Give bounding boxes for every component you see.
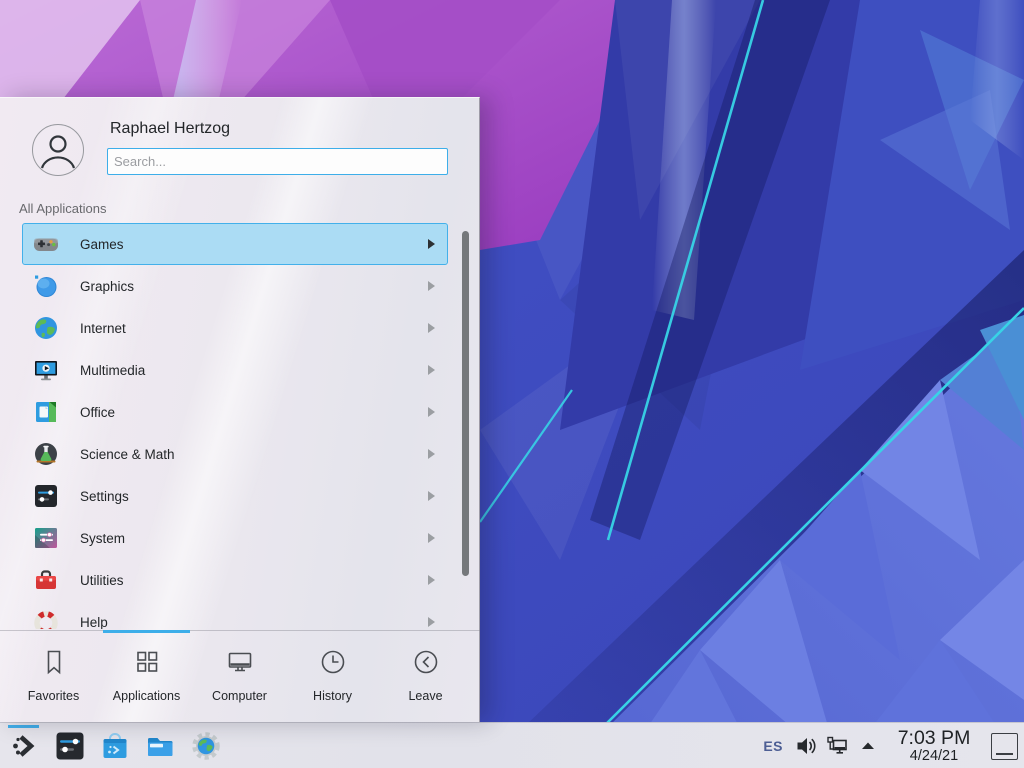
category-label: Internet (80, 321, 428, 336)
digital-clock[interactable]: 7:03 PM 4/24/21 (890, 728, 978, 764)
graphics-icon (33, 273, 59, 299)
discover-software-center-icon (100, 731, 130, 761)
office-icon (33, 399, 59, 425)
tab-label: Leave (408, 689, 442, 703)
desktop: Raphael Hertzog All Applications (0, 0, 1024, 768)
submenu-arrow-icon (428, 491, 435, 501)
submenu-arrow-icon (428, 449, 435, 459)
system-tray: ES 7:03 PM (760, 723, 1018, 768)
tab-label: Applications (113, 689, 180, 703)
computer-icon (225, 647, 255, 682)
tab-history[interactable]: History (286, 631, 379, 722)
tab-label: Computer (212, 689, 267, 703)
category-label: Settings (80, 489, 428, 504)
keyboard-layout-indicator[interactable]: ES (760, 738, 786, 754)
submenu-arrow-icon (428, 239, 435, 249)
app-launcher-button[interactable] (6, 723, 42, 768)
tab-leave[interactable]: Leave (379, 631, 472, 722)
launcher-tabbar: Favorites Applications (0, 630, 480, 722)
multimedia-icon (33, 357, 59, 383)
history-icon (318, 647, 348, 682)
category-list: Games Graphics (0, 223, 462, 629)
active-task-indicator (8, 725, 39, 728)
category-utilities[interactable]: Utilities (22, 559, 448, 601)
utilities-icon (33, 567, 59, 593)
tab-label: History (313, 689, 352, 703)
submenu-arrow-icon (428, 575, 435, 585)
category-settings[interactable]: Settings (22, 475, 448, 517)
expand-tray-arrow-icon[interactable] (857, 735, 879, 757)
help-icon (33, 609, 59, 629)
category-science-math[interactable]: Science & Math (22, 433, 448, 475)
submenu-arrow-icon (428, 407, 435, 417)
user-icon (33, 125, 83, 175)
file-manager-taskbar-button[interactable] (145, 731, 175, 761)
search-input[interactable] (107, 148, 448, 175)
user-avatar[interactable] (32, 124, 84, 176)
category-label: Games (80, 237, 428, 252)
tab-computer[interactable]: Computer (193, 631, 286, 722)
web-browser-icon (191, 731, 221, 761)
science-math-icon (33, 441, 59, 467)
submenu-arrow-icon (428, 617, 435, 627)
taskbar: ES 7:03 PM (0, 722, 1024, 768)
discover-taskbar-button[interactable] (100, 731, 130, 761)
category-office[interactable]: Office (22, 391, 448, 433)
tab-favorites[interactable]: Favorites (7, 631, 100, 722)
app-launcher-icon (9, 731, 39, 761)
category-internet[interactable]: Internet (22, 307, 448, 349)
launcher-header: Raphael Hertzog (0, 98, 479, 202)
favorites-icon (39, 647, 69, 682)
tab-label: Favorites (28, 689, 79, 703)
tab-applications[interactable]: Applications (100, 631, 193, 722)
category-system[interactable]: System (22, 517, 448, 559)
category-label: Graphics (80, 279, 428, 294)
category-graphics[interactable]: Graphics (22, 265, 448, 307)
leave-icon (411, 647, 441, 682)
web-browser-taskbar-button[interactable] (191, 731, 221, 761)
category-label: Utilities (80, 573, 428, 588)
games-icon (33, 231, 59, 257)
list-scrollbar[interactable] (462, 231, 469, 576)
system-icon (33, 525, 59, 551)
clock-date: 4/24/21 (890, 749, 978, 764)
network-icon[interactable] (826, 735, 848, 757)
submenu-arrow-icon (428, 281, 435, 291)
application-launcher-menu: Raphael Hertzog All Applications (0, 97, 480, 722)
category-games[interactable]: Games (22, 223, 448, 265)
system-settings-taskbar-button[interactable] (55, 731, 85, 761)
file-manager-icon (145, 731, 175, 761)
category-label: System (80, 531, 428, 546)
category-help[interactable]: Help (22, 601, 448, 629)
category-label: Office (80, 405, 428, 420)
applications-icon (132, 647, 162, 682)
submenu-arrow-icon (428, 323, 435, 333)
clock-time: 7:03 PM (890, 728, 978, 748)
submenu-arrow-icon (428, 365, 435, 375)
volume-icon[interactable] (795, 735, 817, 757)
internet-icon (33, 315, 59, 341)
show-desktop-button[interactable] (991, 733, 1018, 760)
settings-icon (33, 483, 59, 509)
category-label: Science & Math (80, 447, 428, 462)
show-desktop-icon (996, 753, 1013, 755)
system-settings-icon (55, 731, 85, 761)
category-label: Multimedia (80, 363, 428, 378)
user-name: Raphael Hertzog (110, 120, 230, 138)
category-multimedia[interactable]: Multimedia (22, 349, 448, 391)
submenu-arrow-icon (428, 533, 435, 543)
category-label: Help (80, 615, 428, 630)
section-label: All Applications (19, 201, 106, 216)
